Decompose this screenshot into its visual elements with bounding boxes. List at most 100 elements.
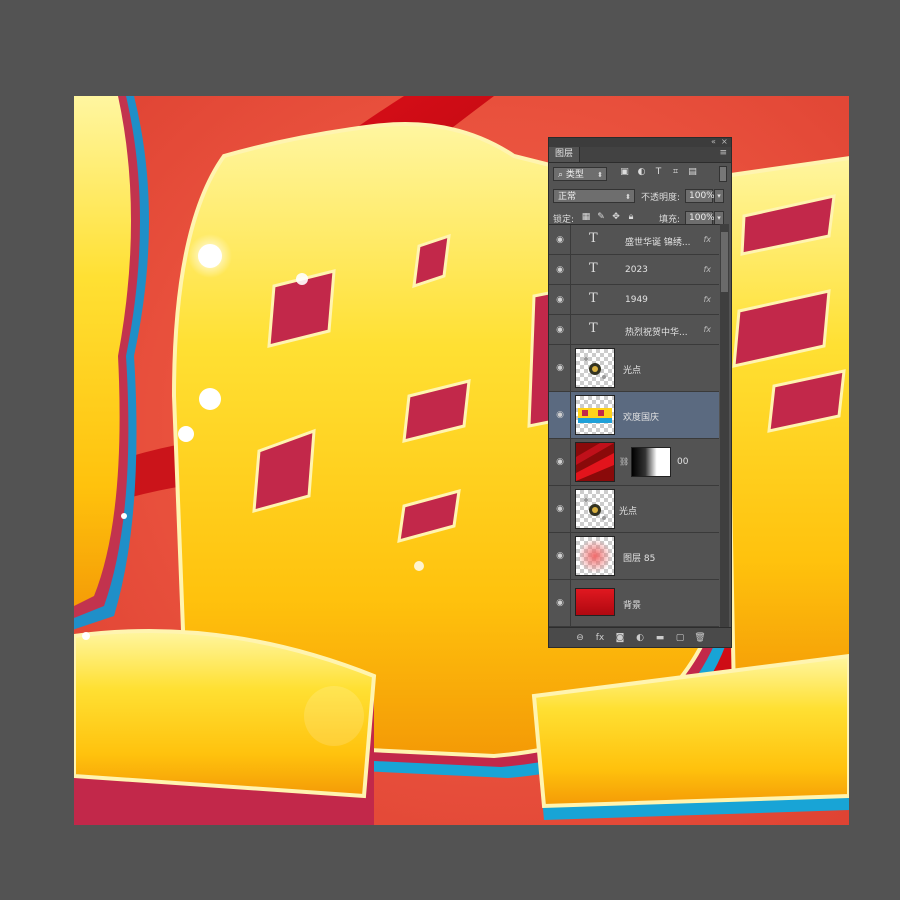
sparkles-thumb-art bbox=[584, 357, 606, 379]
add-mask-icon[interactable]: ◙ bbox=[614, 633, 626, 643]
lock-icons: ▦ ✎ ✥ 🔒︎ bbox=[581, 212, 636, 222]
close-icon[interactable]: × bbox=[721, 137, 728, 146]
new-group-folder-icon[interactable]: ▬ bbox=[654, 633, 666, 643]
layer-row[interactable]: ◉ ⛓︎ 00 bbox=[549, 439, 719, 486]
eye-icon[interactable]: ◉ bbox=[554, 598, 566, 608]
eye-icon[interactable]: ◉ bbox=[554, 457, 566, 467]
search-icon: ⌕ bbox=[558, 170, 566, 180]
sparkles-thumb-art bbox=[584, 498, 606, 520]
fx-icon[interactable]: fx bbox=[703, 235, 711, 244]
eye-icon[interactable]: ◉ bbox=[554, 325, 566, 335]
opacity-slider-button[interactable]: ▾ bbox=[714, 189, 724, 203]
filter-kind-value: 类型 bbox=[565, 170, 584, 180]
type-filter-icon[interactable]: T bbox=[653, 167, 664, 178]
fx-icon[interactable]: fx bbox=[703, 295, 711, 304]
shape-filter-icon[interactable]: ⌗ bbox=[670, 167, 681, 178]
layer-name: 2023 bbox=[625, 265, 648, 275]
layer-name: 盛世华诞 锦绣... bbox=[625, 238, 691, 248]
layer-name: 光点 bbox=[619, 507, 638, 517]
lock-brush-icon[interactable]: ✎ bbox=[596, 212, 606, 222]
chevron-down-icon: ⬍ bbox=[625, 193, 631, 201]
filter-icons: ▣ ◐ T ⌗ ▤ bbox=[619, 167, 698, 178]
add-style-fx-icon[interactable]: fx bbox=[594, 633, 606, 643]
filter-toggle[interactable] bbox=[719, 166, 727, 182]
filter-row: ⌕ 类型 ⬍ ▣ ◐ T ⌗ ▤ bbox=[549, 163, 731, 185]
new-layer-icon[interactable]: ▢ bbox=[674, 633, 686, 643]
panel-title-bar[interactable]: « × bbox=[549, 137, 731, 147]
layer-row-selected[interactable]: ◉ 欢度国庆 bbox=[549, 392, 719, 439]
eye-icon[interactable]: ◉ bbox=[554, 235, 566, 245]
adjustment-filter-icon[interactable]: ◐ bbox=[636, 167, 647, 178]
panel-bottom-toolbar: ⊖ fx ◙ ◐ ▬ ▢ 🗑︎ bbox=[549, 627, 731, 647]
eye-icon[interactable]: ◉ bbox=[554, 410, 566, 420]
blend-mode-select[interactable]: 正常 ⬍ bbox=[553, 189, 635, 203]
adjustment-layer-icon[interactable]: ◐ bbox=[634, 633, 646, 643]
link-icon[interactable]: ⛓︎ bbox=[619, 457, 629, 466]
opacity-label: 不透明度: bbox=[641, 193, 681, 203]
text-layer-icon: T bbox=[589, 231, 598, 246]
layer-list: ◉ T 盛世华诞 锦绣... fx ◉ T 2023 fx ◉ T 1949 f… bbox=[549, 224, 719, 628]
divider bbox=[570, 580, 571, 626]
layer-row[interactable]: ◉ 背景 bbox=[549, 580, 719, 627]
fill-slider-button[interactable]: ▾ bbox=[714, 211, 724, 225]
eye-icon[interactable]: ◉ bbox=[554, 363, 566, 373]
title-art-thumb bbox=[578, 408, 612, 423]
pink-glow-thumb bbox=[578, 539, 612, 573]
layer-thumbnail-title-art bbox=[575, 395, 615, 435]
layer-row[interactable]: ◉ T 1949 fx bbox=[549, 285, 719, 315]
trash-icon[interactable]: 🗑︎ bbox=[694, 633, 706, 643]
pixel-filter-icon[interactable]: ▣ bbox=[619, 167, 630, 178]
fill-input[interactable]: 100% bbox=[685, 211, 715, 225]
layer-name: 热烈祝贺中华... bbox=[625, 328, 688, 338]
lock-transparency-icon[interactable]: ▦ bbox=[581, 212, 591, 222]
layer-list-scrollbar[interactable] bbox=[720, 224, 729, 627]
layer-thumbnail-sparkles bbox=[575, 348, 615, 388]
panel-menu-icon[interactable]: ≡ bbox=[719, 148, 727, 158]
red-ribbon-thumb bbox=[576, 443, 614, 481]
divider bbox=[570, 486, 571, 532]
artwork bbox=[74, 96, 849, 825]
smart-object-filter-icon[interactable]: ▤ bbox=[687, 167, 698, 178]
document-canvas[interactable] bbox=[74, 96, 849, 825]
layer-row[interactable]: ◉ 图层 85 bbox=[549, 533, 719, 580]
glyph-right bbox=[721, 156, 849, 714]
glyph-left-shadow bbox=[74, 96, 149, 630]
text-layer-icon: T bbox=[589, 291, 598, 306]
divider bbox=[570, 533, 571, 579]
layer-thumbnail-red-ribbon bbox=[575, 442, 615, 482]
layer-row[interactable]: ◉ 光点 bbox=[549, 486, 719, 533]
link-layers-icon[interactable]: ⊖ bbox=[574, 633, 586, 643]
layer-row[interactable]: ◉ T 盛世华诞 锦绣... fx bbox=[549, 225, 719, 255]
fx-icon[interactable]: fx bbox=[703, 265, 711, 274]
eye-icon[interactable]: ◉ bbox=[554, 504, 566, 514]
panel-tab-row: 图层 ≡ bbox=[549, 147, 731, 163]
lock-all-icon[interactable]: 🔒︎ bbox=[626, 212, 636, 222]
layer-name: 欢度国庆 bbox=[623, 413, 660, 423]
tab-layers[interactable]: 图层 bbox=[549, 147, 581, 162]
divider bbox=[570, 392, 571, 438]
text-layer-icon: T bbox=[589, 321, 598, 336]
filter-kind-select[interactable]: ⌕ 类型 ⬍ bbox=[553, 167, 607, 181]
divider bbox=[570, 315, 571, 344]
opacity-input[interactable]: 100% bbox=[685, 189, 715, 203]
eye-icon[interactable]: ◉ bbox=[554, 295, 566, 305]
layer-name: 00 bbox=[677, 457, 689, 467]
divider bbox=[570, 285, 571, 314]
layer-mask-thumbnail[interactable] bbox=[631, 447, 671, 477]
layer-name: 光点 bbox=[623, 366, 642, 376]
layer-row[interactable]: ◉ T 2023 fx bbox=[549, 255, 719, 285]
divider bbox=[570, 439, 571, 485]
divider bbox=[570, 225, 571, 254]
lock-position-icon[interactable]: ✥ bbox=[611, 212, 621, 222]
divider bbox=[570, 255, 571, 284]
layer-row[interactable]: ◉ 光点 bbox=[549, 345, 719, 392]
collapse-icon[interactable]: « bbox=[711, 137, 716, 146]
scrollbar-thumb[interactable] bbox=[721, 232, 728, 292]
layer-row[interactable]: ◉ T 热烈祝贺中华... fx bbox=[549, 315, 719, 345]
layers-panel: « × 图层 ≡ ⌕ 类型 ⬍ ▣ ◐ T ⌗ ▤ 正常 ⬍ 不透明度: 100… bbox=[548, 137, 732, 648]
eye-icon[interactable]: ◉ bbox=[554, 551, 566, 561]
fx-icon[interactable]: fx bbox=[703, 325, 711, 334]
layer-name: 1949 bbox=[625, 295, 648, 305]
eye-icon[interactable]: ◉ bbox=[554, 265, 566, 275]
chevron-down-icon: ⬍ bbox=[597, 171, 603, 179]
